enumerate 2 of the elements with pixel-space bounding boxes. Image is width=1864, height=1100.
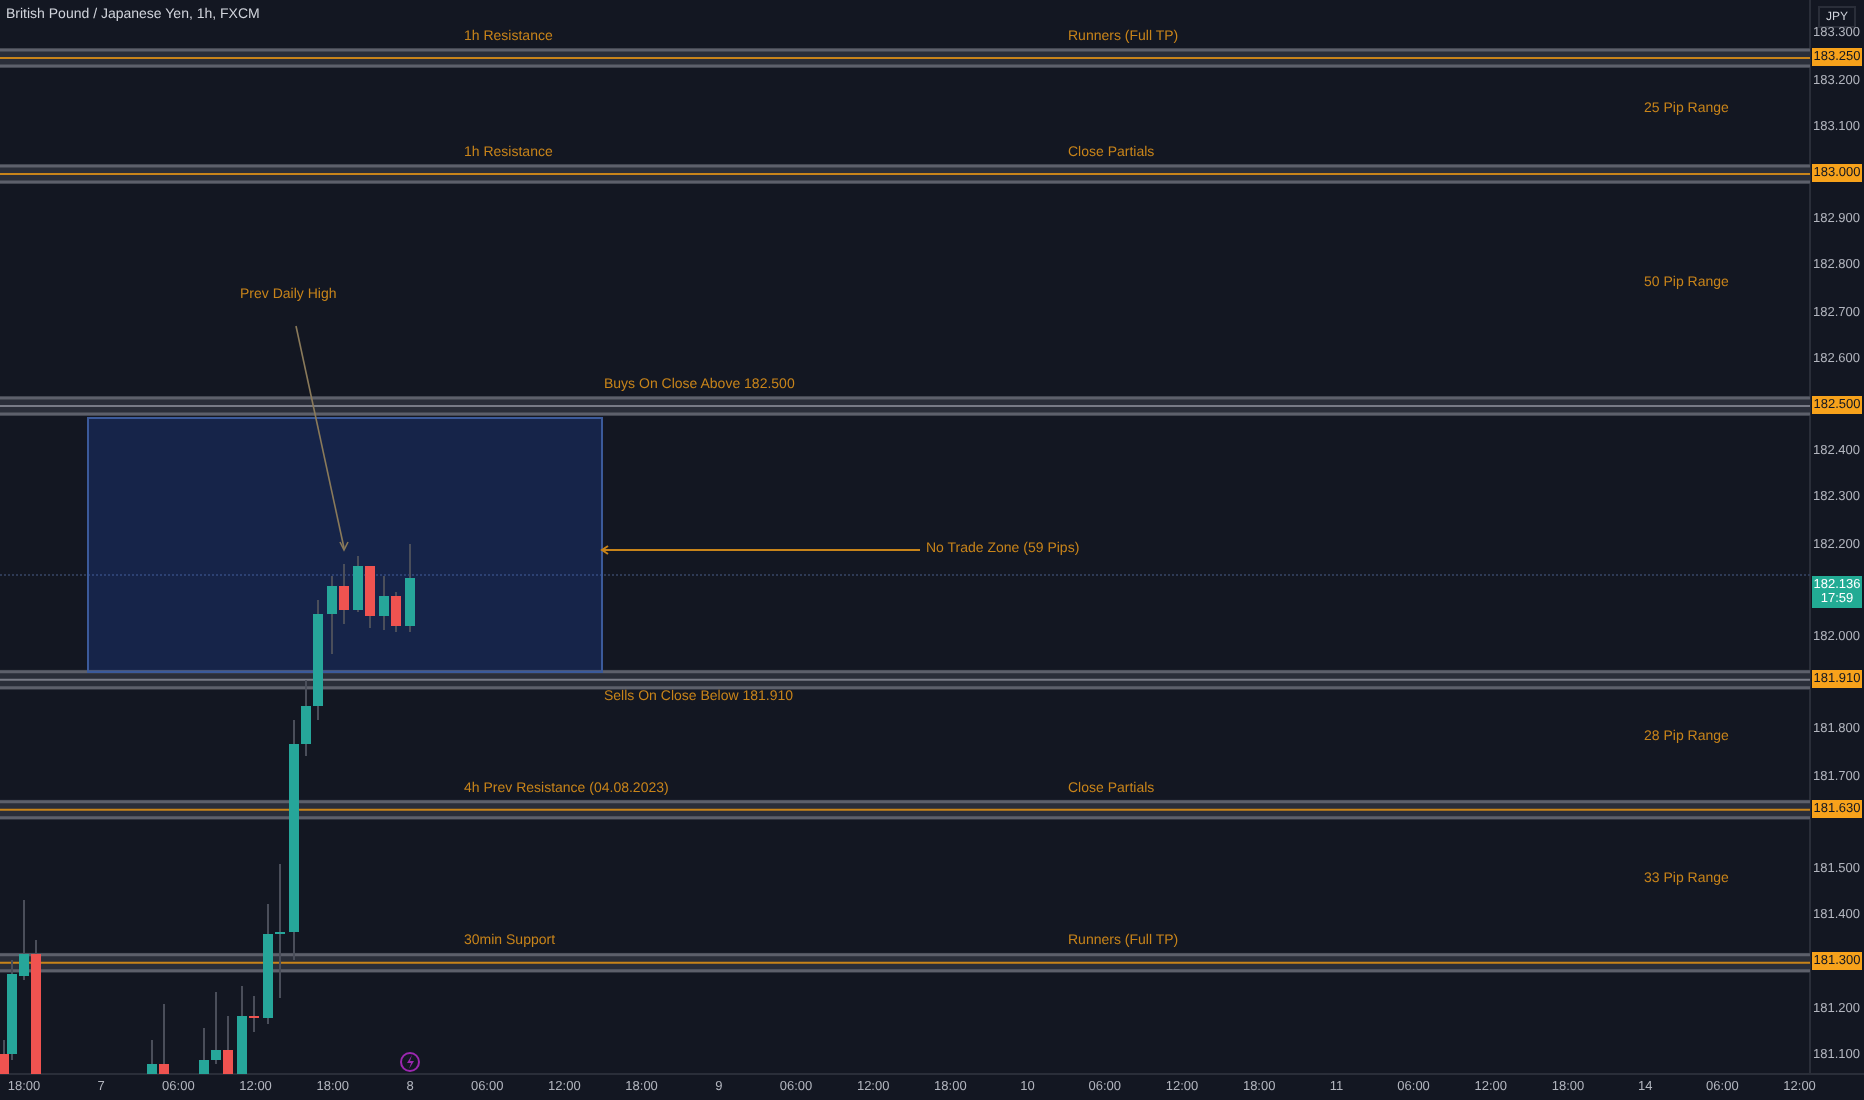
candlestick: [405, 543, 415, 633]
lightning-icon: [400, 1052, 420, 1072]
